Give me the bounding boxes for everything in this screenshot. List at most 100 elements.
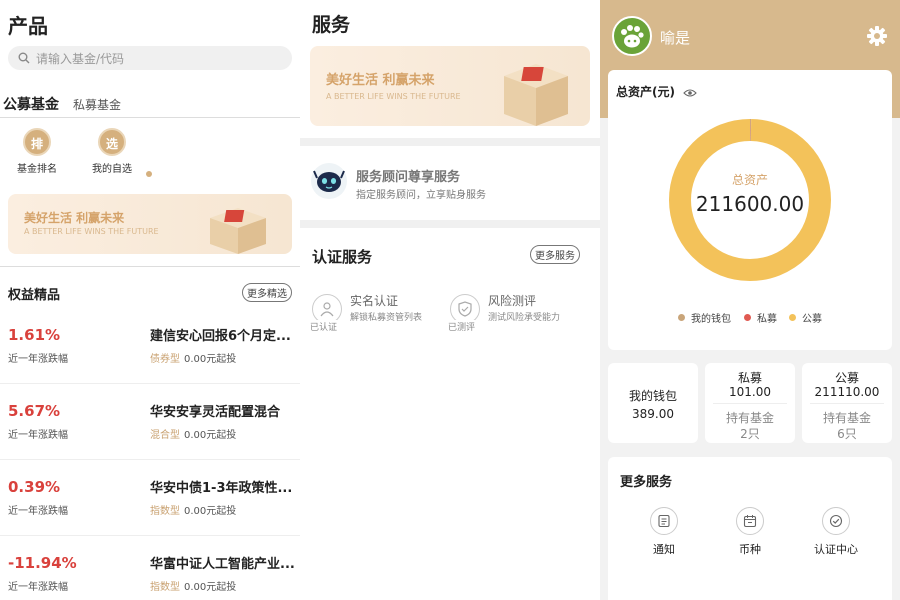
banner-title: 美好生活 利赢未来 xyxy=(326,73,435,88)
calendar-icon xyxy=(736,507,764,535)
fund-min-invest: 0.00元起投 xyxy=(184,506,237,517)
fund-return-label: 近一年涨跌幅 xyxy=(8,506,68,517)
private-label: 私募 xyxy=(737,371,762,385)
fund-tabs: 公募基金 私募基金 xyxy=(0,92,300,118)
username: 喻是 xyxy=(660,29,691,47)
notification-icon xyxy=(650,507,678,535)
total-assets-card: 总资产(元) 总资产 211600.00 我的钱包 私募 公募 xyxy=(608,70,892,350)
service-label: 币种 xyxy=(739,543,761,556)
private-fund-card[interactable]: 私募 101.00 持有基金 2只 xyxy=(705,363,795,443)
cert-status: 已测评 xyxy=(448,320,476,333)
fund-return-label: 近一年涨跌幅 xyxy=(8,354,68,365)
public-value: 211110.00 xyxy=(814,385,880,399)
fund-ranking-button[interactable]: 排 基金排名 xyxy=(7,128,67,175)
fund-row[interactable]: -11.94% 近一年涨跌幅 华富中证人工智能产业... 指数型 0.00元起投 xyxy=(0,536,300,600)
services-header: 服务 美好生活 利赢未来 A BETTER LIFE WINS THE FUTU… xyxy=(300,0,600,138)
fund-return: -11.94% xyxy=(8,554,77,572)
public-fund-card[interactable]: 公募 211110.00 持有基金 6只 xyxy=(802,363,892,443)
cert-name: 实名认证 xyxy=(350,294,399,308)
tab-private-fund[interactable]: 私募基金 xyxy=(73,96,121,113)
banner-subtitle: A BETTER LIFE WINS THE FUTURE xyxy=(24,227,159,236)
avatar[interactable] xyxy=(612,16,652,56)
fund-row[interactable]: 0.39% 近一年涨跌幅 华安中债1-3年政策性... 指数型 0.00元起投 xyxy=(0,460,300,536)
cert-name: 风险测评 xyxy=(488,294,537,308)
ranking-icon: 排 xyxy=(23,128,51,156)
search-icon xyxy=(18,52,30,64)
cert-status: 已认证 xyxy=(310,320,338,333)
notification-button[interactable]: 通知 xyxy=(634,507,694,557)
page-indicator-dot xyxy=(146,171,152,177)
fund-name: 华富中证人工智能产业... xyxy=(150,557,295,572)
account-panel: 喻是 总资产(元) 总资产 211600.00 我的钱包 私募 公募 我的钱包 … xyxy=(600,0,900,600)
eye-icon[interactable] xyxy=(683,88,697,98)
search-placeholder: 请输入基金/代码 xyxy=(36,51,125,66)
cert-desc: 解锁私募资管列表 xyxy=(350,313,423,323)
private-hold-label: 持有基金 xyxy=(725,411,774,425)
fund-type: 指数型 xyxy=(150,582,180,593)
services-panel: 服务 美好生活 利赢未来 A BETTER LIFE WINS THE FUTU… xyxy=(300,0,600,600)
banner-title: 美好生活 利赢未来 xyxy=(24,211,125,225)
more-services-card: 更多服务 通知 币种 认证中心 xyxy=(608,457,892,600)
fund-min-invest: 0.00元起投 xyxy=(184,582,237,593)
fund-ranking-label: 基金排名 xyxy=(17,164,57,175)
fund-return: 1.61% xyxy=(8,326,61,344)
cert-services-title: 认证服务 xyxy=(312,248,373,266)
legend-item: 公募 xyxy=(789,310,822,325)
fund-type: 债券型 xyxy=(150,354,180,365)
advisor-desc: 指定服务顾问，立享贴身服务 xyxy=(356,190,486,201)
fund-return-label: 近一年涨跌幅 xyxy=(8,582,68,593)
fund-type: 指数型 xyxy=(150,506,180,517)
assets-donut-chart: 总资产 211600.00 xyxy=(669,119,831,281)
page-title: 产品 xyxy=(8,14,48,38)
fund-row[interactable]: 5.67% 近一年涨跌幅 华安安享灵活配置混合 混合型 0.00元起投 xyxy=(0,384,300,460)
section-title: 权益精品 xyxy=(8,288,61,303)
public-label: 公募 xyxy=(834,371,859,385)
service-label: 认证中心 xyxy=(814,543,858,556)
public-hold-label: 持有基金 xyxy=(822,411,871,425)
fund-name: 建信安心回报6个月定... xyxy=(150,329,291,344)
fund-min-invest: 0.00元起投 xyxy=(184,354,237,365)
certification-card: 认证服务 更多服务 已认证 实名认证 解锁私募资管列表 已测评 风险测评 测试风… xyxy=(300,228,600,600)
my-watchlist-button[interactable]: 选 我的自选 xyxy=(82,128,142,175)
gear-icon[interactable] xyxy=(866,25,888,47)
fund-return-label: 近一年涨跌幅 xyxy=(8,430,68,441)
wallet-card[interactable]: 我的钱包 389.00 xyxy=(608,363,698,443)
assets-title: 总资产(元) xyxy=(616,83,697,100)
products-panel: 产品 请输入基金/代码 公募基金 私募基金 排 基金排名 选 我的自选 美好生活… xyxy=(0,0,300,600)
fund-name: 华安安享灵活配置混合 xyxy=(150,405,281,420)
search-input[interactable]: 请输入基金/代码 xyxy=(8,46,292,70)
donut-total-value: 211600.00 xyxy=(696,192,804,216)
realname-cert-item[interactable]: 已认证 实名认证 解锁私募资管列表 xyxy=(310,294,422,333)
watchlist-icon: 选 xyxy=(98,128,126,156)
divider xyxy=(0,266,300,267)
fund-name: 华安中债1-3年政策性... xyxy=(150,481,293,496)
fund-min-invest: 0.00元起投 xyxy=(184,430,237,441)
tab-public-fund[interactable]: 公募基金 xyxy=(3,94,59,114)
legend-item: 我的钱包 xyxy=(678,310,731,325)
advisor-card[interactable]: 服务顾问尊享服务 指定服务顾问，立享贴身服务 xyxy=(300,146,600,220)
fund-return: 5.67% xyxy=(8,402,61,420)
donut-center-label: 总资产 xyxy=(732,173,768,187)
robot-advisor-icon xyxy=(311,163,347,199)
promo-banner[interactable]: 美好生活 利赢未来 A BETTER LIFE WINS THE FUTURE xyxy=(310,46,590,126)
fund-type: 混合型 xyxy=(150,430,180,441)
currency-button[interactable]: 币种 xyxy=(720,507,780,557)
check-circle-icon xyxy=(822,507,850,535)
more-picks-button[interactable]: 更多精选 xyxy=(242,283,292,302)
more-services-title: 更多服务 xyxy=(620,475,673,490)
promo-banner[interactable]: 美好生活 利赢未来 A BETTER LIFE WINS THE FUTURE xyxy=(8,194,292,254)
page-title: 服务 xyxy=(312,14,351,36)
my-watchlist-label: 我的自选 xyxy=(92,164,132,175)
gift-box-icon xyxy=(210,208,266,254)
fund-return: 0.39% xyxy=(8,478,61,496)
private-value: 101.00 xyxy=(729,385,771,399)
advisor-title: 服务顾问尊享服务 xyxy=(356,170,461,185)
more-services-button[interactable]: 更多服务 xyxy=(530,245,580,264)
banner-subtitle: A BETTER LIFE WINS THE FUTURE xyxy=(326,92,461,101)
cert-desc: 测试风险承受能力 xyxy=(488,313,561,323)
risk-assessment-item[interactable]: 已测评 风险测评 测试风险承受能力 xyxy=(448,294,560,333)
service-label: 通知 xyxy=(653,543,675,556)
legend-item: 私募 xyxy=(744,310,777,325)
fund-row[interactable]: 1.61% 近一年涨跌幅 建信安心回报6个月定... 债券型 0.00元起投 xyxy=(0,308,300,384)
cert-center-button[interactable]: 认证中心 xyxy=(806,507,866,557)
